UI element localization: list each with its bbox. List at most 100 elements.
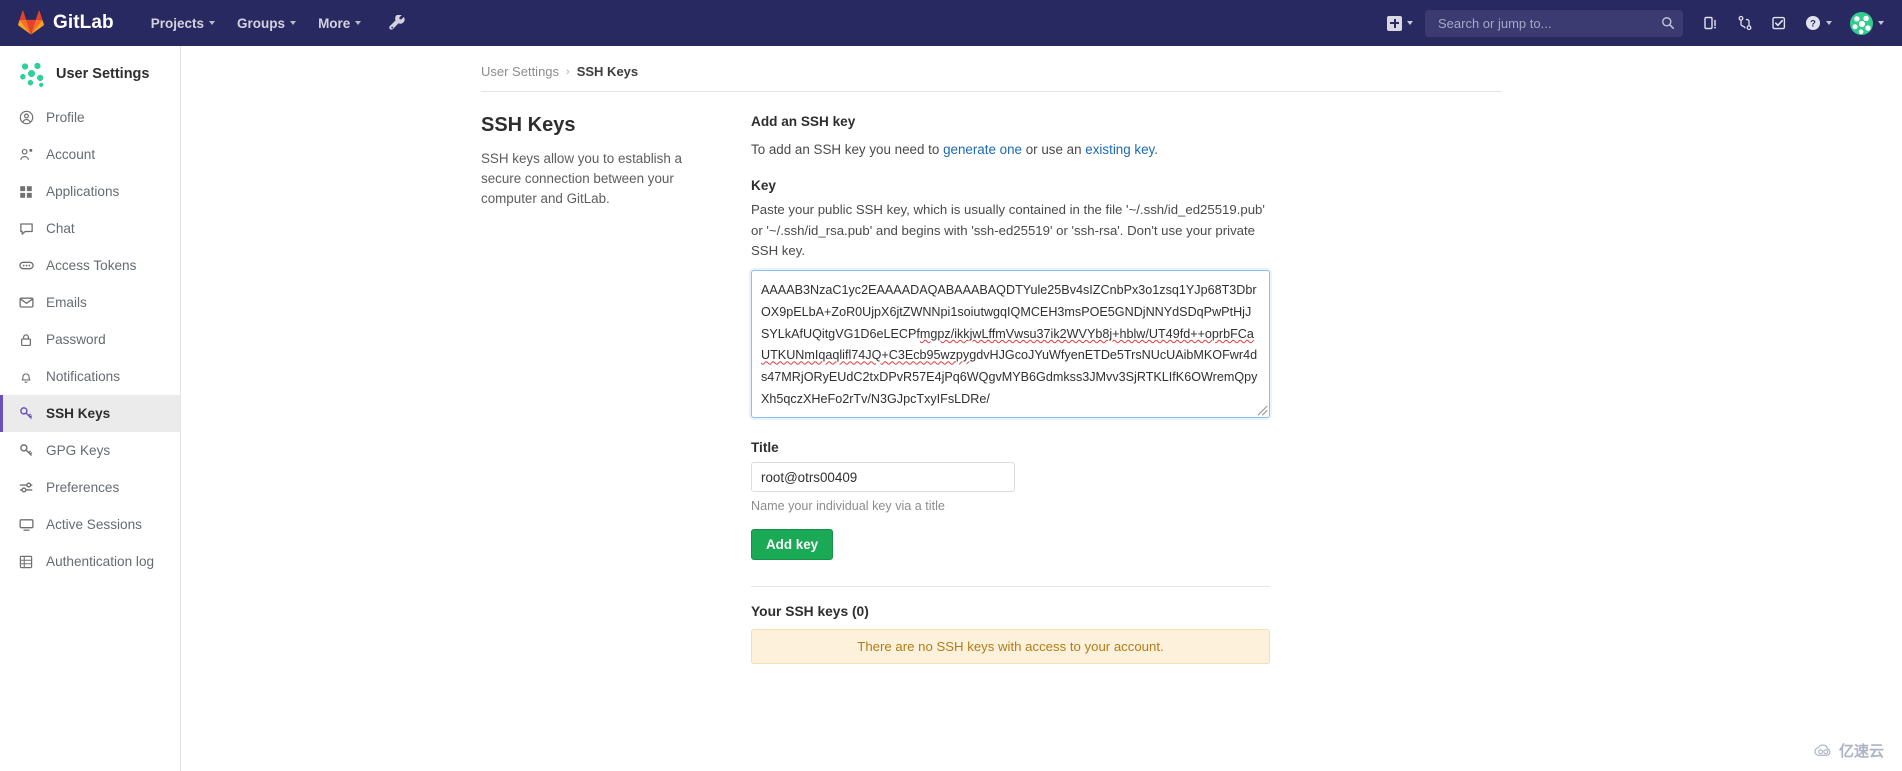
page-body: User Settings Profile Account Applicatio…: [0, 46, 1902, 771]
sidebar-item-label: Account: [46, 147, 96, 162]
sidebar-item-access-tokens[interactable]: Access Tokens: [0, 247, 180, 284]
sidebar-item-label: SSH Keys: [46, 406, 111, 421]
sidebar-item-label: Profile: [46, 110, 85, 125]
nav-groups-label: Groups: [237, 15, 286, 31]
existing-key-link[interactable]: existing key: [1085, 142, 1154, 157]
key-textarea-wrapper: AAAAB3NzaC1yc2EAAAADAQABAAABAQDTYule25Bv…: [751, 270, 1270, 419]
ssh-keys-section: SSH Keys SSH keys allow you to establish…: [181, 92, 1902, 665]
form-title: Add an SSH key: [751, 114, 856, 129]
add-key-button[interactable]: Add key: [751, 529, 834, 561]
user-settings-sidebar: User Settings Profile Account Applicatio…: [0, 46, 181, 771]
sidebar-item-authentication-log[interactable]: Authentication log: [0, 543, 180, 580]
breadcrumb: User Settings › SSH Keys: [181, 46, 1902, 91]
applications-grid-icon: [18, 184, 34, 200]
form-intro-suffix: .: [1154, 142, 1158, 157]
merge-requests-icon: [1738, 15, 1752, 31]
key-field-label: Key: [751, 178, 776, 194]
title-field-label: Title: [751, 440, 779, 456]
sliders-icon: [18, 480, 34, 496]
issues-button[interactable]: [1695, 9, 1727, 37]
generate-one-link[interactable]: generate one: [943, 142, 1022, 157]
search-icon: [1662, 17, 1675, 30]
breadcrumb-current: SSH Keys: [576, 64, 639, 79]
your-ssh-keys-heading: Your SSH keys (0): [751, 604, 869, 620]
nav-more-label: More: [318, 15, 351, 31]
sidebar-item-label: Applications: [46, 184, 120, 199]
sidebar-item-applications[interactable]: Applications: [0, 173, 180, 210]
gitlab-tanuki-logo: [18, 10, 44, 35]
watermark-text: 亿速云: [1838, 743, 1884, 760]
sidebar-item-label: Authentication log: [46, 554, 155, 569]
key-field-help: Paste your public SSH key, which is usua…: [751, 202, 1265, 259]
sidebar-item-label: GPG Keys: [46, 443, 111, 458]
sidebar-item-account[interactable]: Account: [0, 136, 180, 173]
page-title: SSH Keys: [481, 114, 576, 136]
empty-keys-alert: There are no SSH keys with access to you…: [751, 629, 1270, 665]
sidebar-item-label: Preferences: [46, 480, 120, 495]
search-input[interactable]: [1436, 14, 1661, 32]
add-ssh-key-form: Add an SSH key To add an SSH key you nee…: [751, 114, 1271, 665]
keys-list-divider: [751, 586, 1270, 588]
brand-name: GitLab: [53, 12, 114, 33]
sidebar-item-notifications[interactable]: Notifications: [0, 358, 180, 395]
top-navbar: GitLab Projects Groups More Search or ju…: [0, 0, 1902, 46]
primary-nav: Projects Groups More: [140, 10, 412, 37]
sidebar-item-chat[interactable]: Chat: [0, 210, 180, 247]
todos-button[interactable]: [1763, 9, 1795, 37]
chevron-down-icon: [355, 21, 362, 25]
form-intro-prefix: To add an SSH key you need to: [751, 142, 944, 157]
sidebar-item-preferences[interactable]: Preferences: [0, 469, 180, 506]
breadcrumb-separator: ›: [566, 65, 570, 78]
sidebar-item-profile[interactable]: Profile: [0, 99, 180, 136]
form-intro: To add an SSH key you need to generate o…: [751, 140, 1271, 160]
search-box[interactable]: [1425, 9, 1683, 37]
envelope-icon: [18, 295, 34, 311]
sidebar-item-ssh-keys[interactable]: SSH Keys: [0, 395, 180, 432]
key-icon: [18, 443, 34, 459]
sidebar-item-label: Chat: [46, 221, 75, 236]
svg-text:?: ?: [1810, 19, 1816, 30]
sidebar-item-label: Password: [46, 332, 106, 347]
log-table-icon: [18, 554, 34, 570]
watermark: 亿速云: [1812, 740, 1884, 761]
token-icon: [18, 258, 34, 274]
main-content: User Settings › SSH Keys SSH Keys SSH ke…: [181, 46, 1902, 771]
key-textarea[interactable]: AAAAB3NzaC1yc2EAAAADAQABAAABAQDTYule25Bv…: [751, 270, 1270, 419]
form-intro-middle: or use an: [1022, 142, 1086, 157]
breadcrumb-root[interactable]: User Settings: [481, 64, 559, 79]
sidebar-item-label: Emails: [46, 295, 87, 310]
sidebar-item-label: Notifications: [46, 369, 121, 384]
key-icon: [18, 406, 34, 422]
admin-area-button[interactable]: [384, 10, 411, 37]
bell-icon: [18, 369, 34, 385]
user-avatar-identicon: [18, 60, 45, 87]
gitlab-brand[interactable]: GitLab: [18, 10, 114, 36]
new-item-button[interactable]: [1381, 11, 1419, 36]
todos-icon: [1772, 16, 1786, 30]
title-input[interactable]: [751, 462, 1015, 493]
cloud-icon: [1814, 744, 1831, 756]
help-button[interactable]: ?: [1797, 9, 1840, 37]
account-gear-icon: [18, 147, 34, 163]
monitor-icon: [18, 517, 34, 533]
chevron-down-icon: [290, 21, 297, 25]
sidebar-item-label: Access Tokens: [46, 258, 137, 273]
nav-projects[interactable]: Projects: [140, 10, 226, 37]
chevron-down-icon: [1407, 21, 1413, 25]
plus-square-icon: [1387, 15, 1402, 31]
chevron-down-icon: [209, 21, 216, 25]
merge-requests-button[interactable]: [1729, 9, 1761, 37]
wrench-icon: [389, 14, 405, 30]
nav-groups[interactable]: Groups: [226, 10, 307, 37]
user-menu-button[interactable]: [1842, 8, 1888, 39]
sidebar-item-password[interactable]: Password: [0, 321, 180, 358]
lock-icon: [18, 332, 34, 348]
issues-icon: [1704, 16, 1716, 30]
navbar-right: ?: [1381, 8, 1888, 39]
sidebar-item-emails[interactable]: Emails: [0, 284, 180, 321]
sidebar-item-label: Active Sessions: [46, 517, 142, 532]
chat-bubble-icon: [18, 221, 34, 237]
nav-more[interactable]: More: [307, 10, 372, 37]
sidebar-item-active-sessions[interactable]: Active Sessions: [0, 506, 180, 543]
sidebar-item-gpg-keys[interactable]: GPG Keys: [0, 432, 180, 469]
